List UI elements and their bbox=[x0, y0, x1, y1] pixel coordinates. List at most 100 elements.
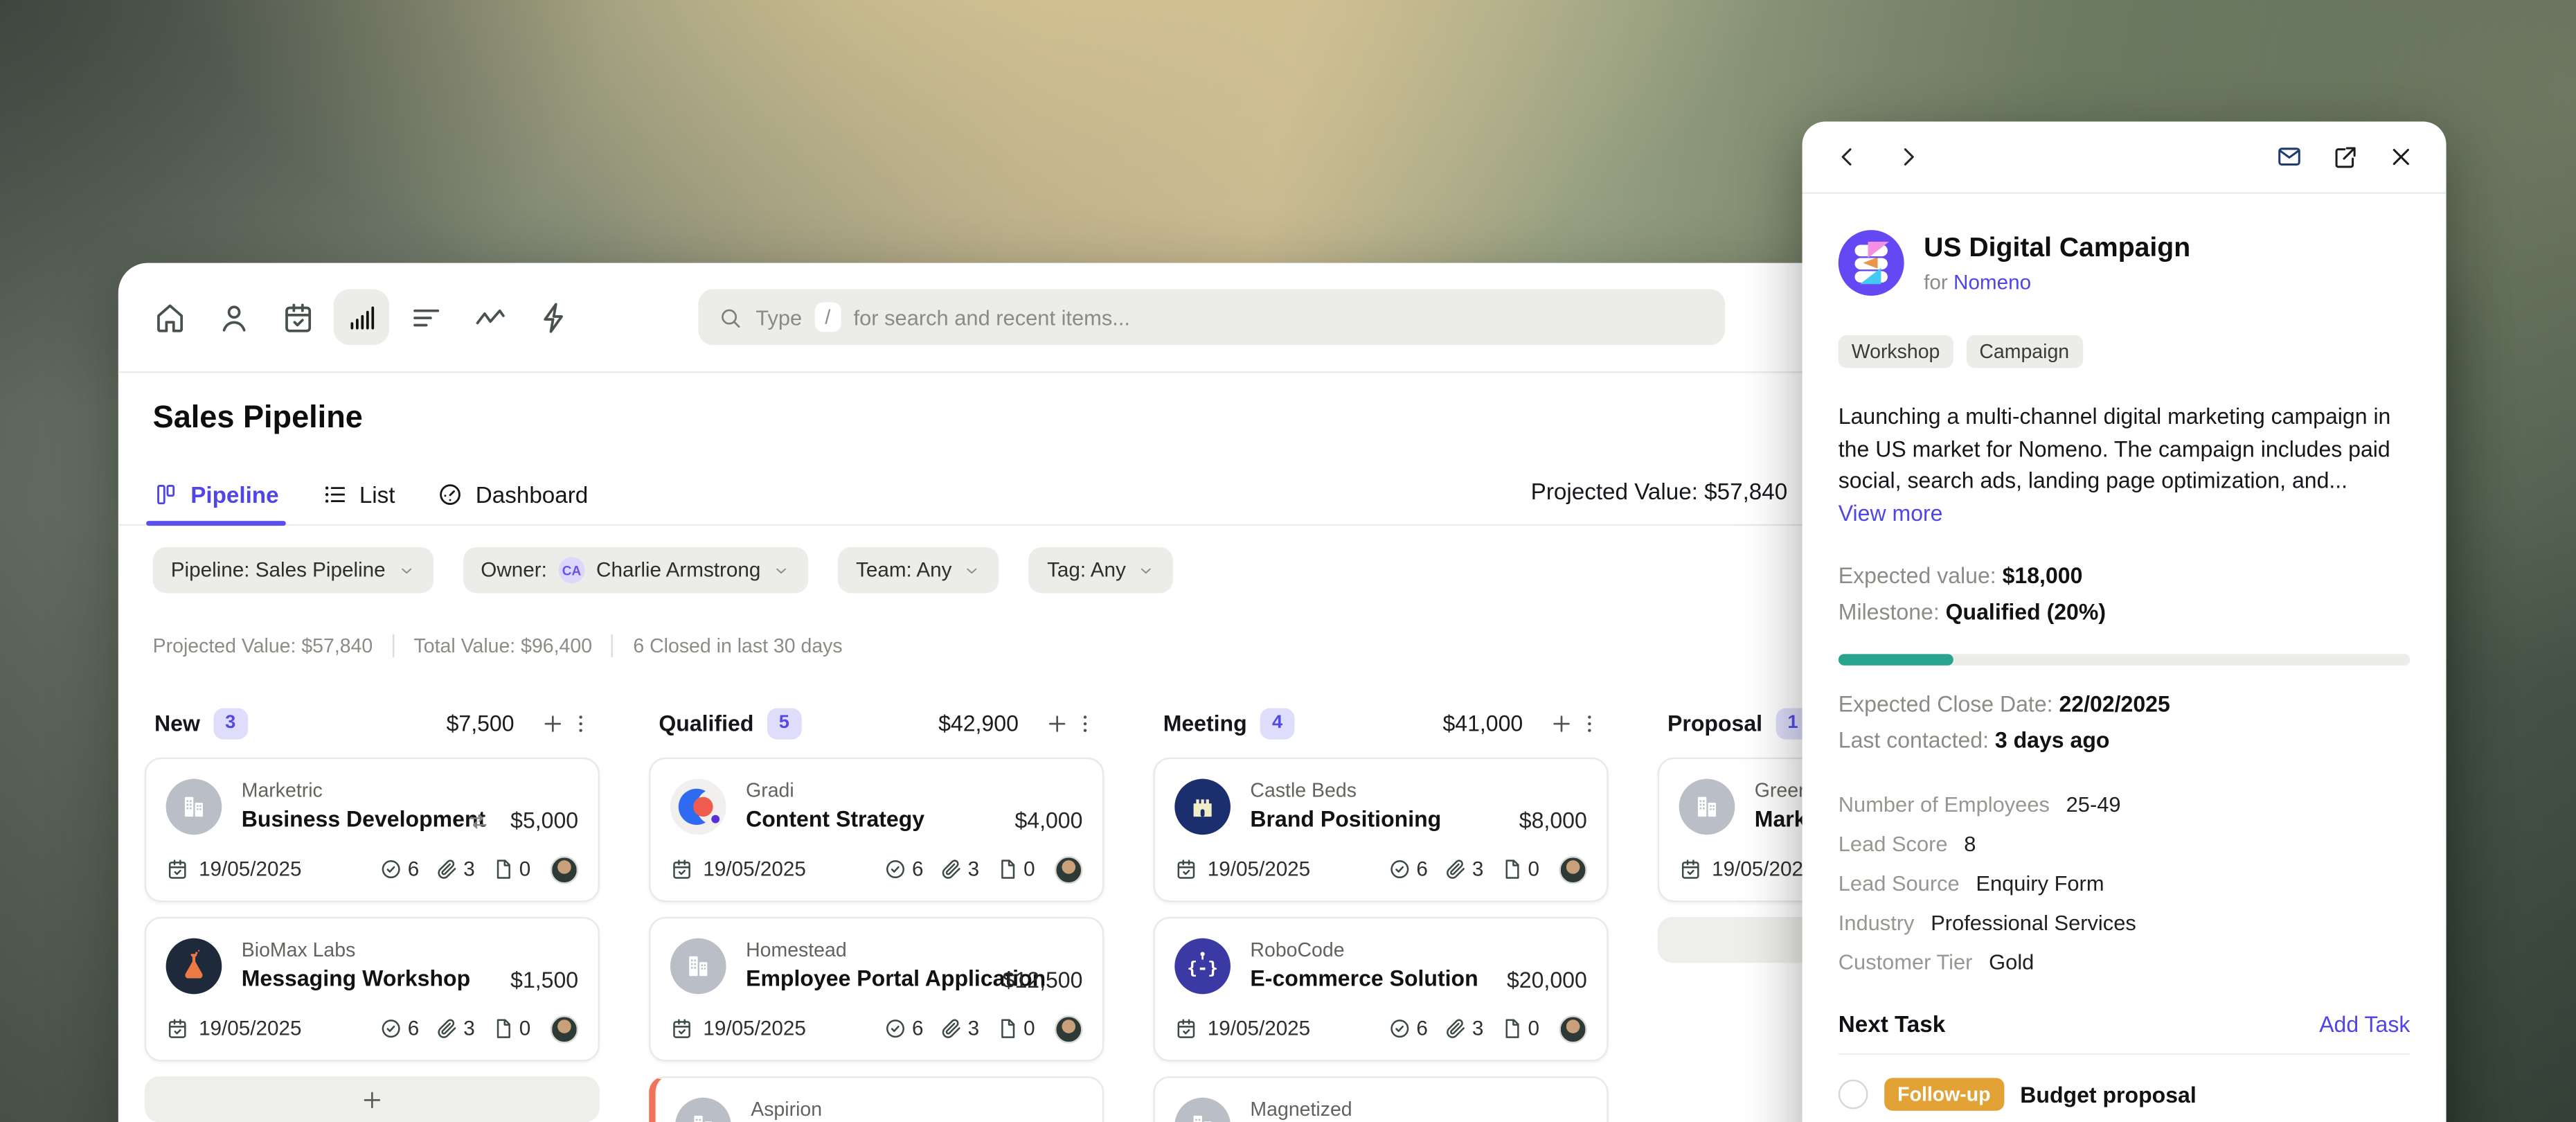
contacts-icon bbox=[216, 300, 251, 335]
column-meeting: Meeting 4 $41,000 Castle Beds Brand Posi… bbox=[1153, 698, 1608, 1122]
card-company: Magnetized bbox=[1250, 1098, 1352, 1121]
attachment-icon bbox=[1444, 1017, 1467, 1040]
attachment-icon bbox=[940, 857, 963, 880]
card-value: $20,000 bbox=[1507, 968, 1587, 992]
close-icon[interactable] bbox=[2387, 143, 2415, 170]
column-name: Qualified bbox=[659, 711, 753, 736]
deal-fields: Number of Employees 25-49 Lead Score8 Lea… bbox=[1839, 784, 2410, 981]
column-menu-button[interactable] bbox=[1073, 711, 1098, 736]
card-task-count: 6 bbox=[912, 857, 923, 880]
open-external-icon[interactable] bbox=[2332, 143, 2359, 170]
filter-owner[interactable]: Owner: CA Charlie Armstrong bbox=[463, 547, 808, 593]
add-deal-button[interactable] bbox=[1549, 711, 1574, 736]
chevron-right-icon[interactable] bbox=[1894, 143, 1922, 170]
deal-card[interactable]: Homestead Employee Portal Application $1… bbox=[649, 917, 1104, 1062]
field-row: Number of Employees 25-49 bbox=[1839, 784, 2410, 823]
view-more-link[interactable]: View more bbox=[1839, 497, 2410, 529]
tag-pill[interactable]: Campaign bbox=[1966, 335, 2082, 368]
building-icon bbox=[1688, 787, 1727, 826]
tag-pill[interactable]: Workshop bbox=[1839, 335, 1953, 368]
card-task-count: 6 bbox=[1416, 857, 1427, 880]
search-placeholder: for search and recent items... bbox=[854, 305, 1130, 330]
company-logo bbox=[675, 1098, 731, 1122]
add-task-link[interactable]: Add Task bbox=[2319, 1011, 2410, 1036]
add-deal-button[interactable] bbox=[541, 711, 566, 736]
deal-card[interactable]: RoboCode E-commerce Solution $20,000 19/… bbox=[1153, 917, 1608, 1062]
filter-tag[interactable]: Tag: Any bbox=[1029, 547, 1174, 593]
milestone-progress-fill bbox=[1839, 654, 1953, 666]
filter-pipeline-label: Pipeline: Sales Pipeline bbox=[171, 559, 386, 582]
projected-value-header: Projected Value: $57,840 bbox=[1531, 478, 1788, 504]
company-logo bbox=[1679, 779, 1735, 835]
card-company: Castle Beds bbox=[1250, 779, 1357, 802]
deal-card[interactable]: BioMax Labs Messaging Workshop $1,500 19… bbox=[145, 917, 600, 1062]
owner-avatar bbox=[1055, 1015, 1082, 1042]
search-icon bbox=[718, 305, 743, 330]
deal-card[interactable]: Marketric Business Development $5,000 19… bbox=[145, 758, 600, 902]
stat-projected: Projected Value: $57,840 bbox=[153, 634, 373, 657]
calendar-button[interactable] bbox=[269, 290, 325, 346]
field-label: Number of Employees bbox=[1839, 791, 2050, 816]
expected-value-label: Expected value: bbox=[1839, 564, 2003, 589]
deal-card[interactable]: Magnetized bbox=[1153, 1076, 1608, 1122]
chevron-left-icon[interactable] bbox=[1834, 143, 1861, 170]
task-row[interactable]: Follow-up Budget proposal bbox=[1839, 1078, 2410, 1110]
owner-avatar bbox=[1559, 1015, 1586, 1042]
card-title: Content Strategy bbox=[746, 807, 924, 832]
calendar-icon bbox=[670, 857, 693, 880]
column-menu-button[interactable] bbox=[1577, 711, 1602, 736]
tab-list[interactable]: List bbox=[321, 470, 395, 519]
automation-button[interactable] bbox=[526, 290, 582, 346]
kebab-menu-icon bbox=[1073, 711, 1098, 736]
card-attachment-count: 3 bbox=[463, 857, 474, 880]
calendar-icon bbox=[166, 857, 189, 880]
field-value: Enquiry Form bbox=[1976, 870, 2104, 895]
card-title: Messaging Workshop bbox=[242, 966, 470, 991]
tab-dashboard[interactable]: Dashboard bbox=[438, 470, 588, 519]
activity-button[interactable] bbox=[462, 290, 518, 346]
add-card-button[interactable] bbox=[145, 1076, 600, 1122]
email-icon[interactable] bbox=[2275, 143, 2303, 170]
deal-card[interactable]: Gradi Content Strategy $4,000 19/05/2025… bbox=[649, 758, 1104, 902]
deal-card[interactable]: Castle Beds Brand Positioning $8,000 19/… bbox=[1153, 758, 1608, 902]
for-label: for bbox=[1924, 271, 1948, 294]
list-lines-button[interactable] bbox=[397, 290, 454, 346]
card-value: $12,500 bbox=[1003, 968, 1083, 992]
owner-avatar bbox=[551, 855, 578, 883]
column-header: Qualified 5 $42,900 bbox=[649, 698, 1104, 747]
field-label: Lead Score bbox=[1839, 830, 1948, 855]
file-icon bbox=[1500, 1017, 1523, 1040]
company-logo bbox=[166, 938, 222, 995]
deal-card[interactable]: Aspirion bbox=[649, 1076, 1104, 1122]
column-name: Proposal bbox=[1667, 711, 1762, 736]
home-button[interactable] bbox=[141, 290, 197, 346]
field-row: IndustryProfessional Services bbox=[1839, 902, 2410, 941]
task-checkbox[interactable] bbox=[1839, 1080, 1868, 1110]
tab-dashboard-label: Dashboard bbox=[476, 481, 589, 508]
account-link[interactable]: Nomeno bbox=[1953, 271, 2031, 294]
kebab-menu-icon bbox=[569, 711, 593, 736]
contacts-button[interactable] bbox=[206, 290, 262, 346]
tab-pipeline[interactable]: Pipeline bbox=[153, 470, 279, 519]
calendar-icon bbox=[1174, 857, 1197, 880]
add-deal-button[interactable] bbox=[1045, 711, 1070, 736]
flask-icon bbox=[174, 947, 213, 986]
field-row: Lead Score8 bbox=[1839, 823, 2410, 863]
plus-icon bbox=[1549, 711, 1574, 736]
card-company: RoboCode bbox=[1250, 938, 1344, 961]
column-menu-button[interactable] bbox=[569, 711, 593, 736]
column-name: New bbox=[154, 711, 200, 736]
filter-pipeline[interactable]: Pipeline: Sales Pipeline bbox=[153, 547, 433, 593]
search-input[interactable]: Type / for search and recent items... bbox=[698, 290, 1725, 346]
filter-team[interactable]: Team: Any bbox=[838, 547, 999, 593]
field-value: 25-49 bbox=[2066, 791, 2121, 816]
file-icon bbox=[491, 857, 514, 880]
building-icon bbox=[683, 1106, 723, 1122]
task-type-badge: Follow-up bbox=[1884, 1078, 2003, 1110]
last-contacted-value: 3 days ago bbox=[1995, 728, 2110, 753]
pipeline-button[interactable] bbox=[334, 290, 390, 346]
deal-title: US Digital Campaign bbox=[1924, 230, 2190, 266]
attachment-icon bbox=[1444, 857, 1467, 880]
card-company: BioMax Labs bbox=[242, 938, 356, 961]
plus-icon bbox=[1045, 711, 1070, 736]
